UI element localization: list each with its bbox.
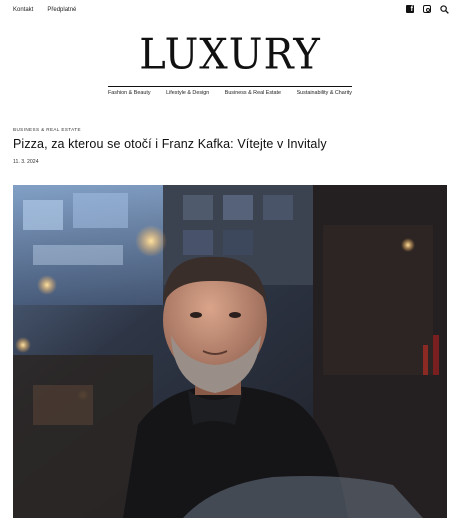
nav-item-business-real-estate[interactable]: Business & Real Estate [225, 90, 281, 96]
hero-photo-portrait [13, 185, 447, 518]
top-nav: Kontakt Předplatné [13, 7, 76, 13]
hero-image [13, 185, 447, 518]
topnav-link-kontakt[interactable]: Kontakt [13, 7, 33, 13]
social-links [406, 5, 449, 14]
topnav-link-predplatne[interactable]: Předplatné [47, 7, 76, 13]
nav-divider [108, 86, 352, 87]
nav-item-sustainability-charity[interactable]: Sustainability & Charity [297, 90, 352, 96]
top-bar: Kontakt Předplatné [0, 0, 460, 22]
site-logo[interactable]: LUXURY [0, 30, 460, 80]
main-nav: Fashion & Beauty Lifestyle & Design Busi… [108, 90, 352, 96]
instagram-icon[interactable] [423, 5, 431, 13]
article-date: 11. 3. 2024 [13, 159, 39, 165]
article-title: Pizza, za kterou se otočí i Franz Kafka:… [13, 137, 327, 151]
article-category[interactable]: Business & Real Estate [13, 127, 81, 132]
facebook-icon[interactable] [406, 5, 414, 14]
nav-item-lifestyle-design[interactable]: Lifestyle & Design [166, 90, 209, 96]
search-icon[interactable] [440, 5, 449, 14]
nav-item-fashion-beauty[interactable]: Fashion & Beauty [108, 90, 151, 96]
